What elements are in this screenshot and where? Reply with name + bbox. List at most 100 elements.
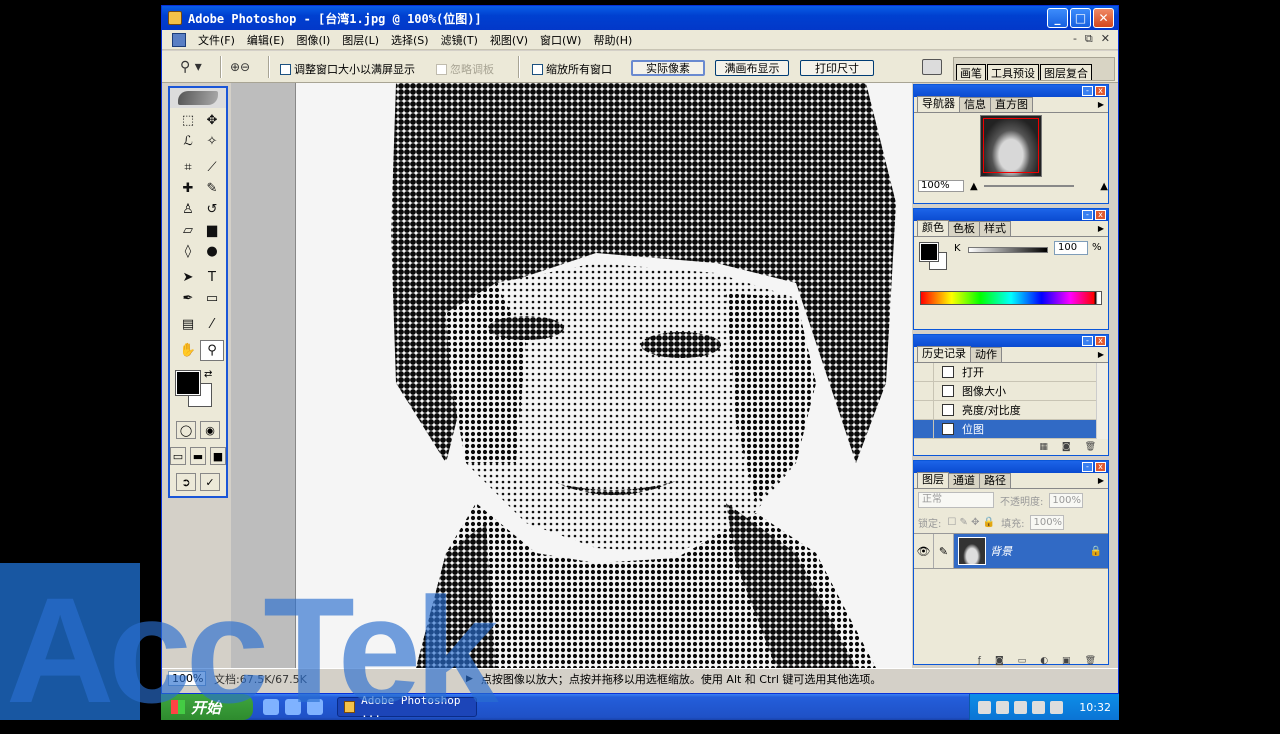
palette-menu-icon[interactable]: ▶ <box>1098 476 1104 485</box>
volume-icon[interactable] <box>1050 700 1063 714</box>
history-checkbox[interactable] <box>914 419 934 439</box>
notes-tool[interactable]: ▤ <box>176 314 200 335</box>
edit-in-imageready-icon[interactable]: ✓ <box>200 473 220 491</box>
maximize-button[interactable]: □ <box>1070 8 1091 28</box>
doc-restore-button[interactable]: ⧉ <box>1085 32 1093 46</box>
new-document-from-state-icon[interactable]: ▦ <box>1039 442 1048 452</box>
history-scrollbar[interactable] <box>1096 363 1108 439</box>
history-item[interactable]: 亮度/对比度 <box>914 400 1108 420</box>
title-bar[interactable]: Adobe Photoshop - [台湾1.jpg @ 100%(位图)] _… <box>162 6 1118 30</box>
palette-minimize-button[interactable]: - <box>1082 336 1093 346</box>
tab-info[interactable]: 信息 <box>959 97 991 112</box>
tab-actions[interactable]: 动作 <box>970 347 1002 362</box>
actual-pixels-button[interactable]: 实际像素 <box>631 60 705 76</box>
tab-paths[interactable]: 路径 <box>979 473 1011 488</box>
history-brush-tool[interactable]: ↺ <box>200 199 224 220</box>
menu-edit[interactable]: 编辑(E) <box>241 32 291 48</box>
add-mask-icon[interactable]: ◙ <box>995 656 1004 666</box>
tray-icon[interactable] <box>978 700 991 714</box>
menu-help[interactable]: 帮助(H) <box>587 32 638 48</box>
tray-icon[interactable] <box>996 700 1009 714</box>
palette-menu-icon[interactable]: ▶ <box>1098 350 1104 359</box>
zoom-in-out-icon[interactable]: ⊕⊖ <box>230 60 262 74</box>
crop-tool[interactable]: ⌗ <box>176 157 200 178</box>
navigator-zoom-field[interactable]: 100% <box>918 180 964 192</box>
hand-tool[interactable]: ✋ <box>176 340 200 361</box>
document-size-info[interactable]: 文档:67.5K/67.5K <box>214 671 384 687</box>
healing-brush-tool[interactable]: ✚ <box>176 178 200 199</box>
internet-explorer-icon[interactable] <box>285 699 301 715</box>
jump-to-imageready-button[interactable]: ➲ <box>176 473 196 491</box>
move-tool[interactable]: ✥ <box>200 110 224 131</box>
minimize-button[interactable]: _ <box>1047 8 1068 28</box>
menu-layer[interactable]: 图层(L) <box>336 32 385 48</box>
trash-icon[interactable]: 🗑 <box>1085 442 1096 452</box>
brushes-tab[interactable]: 画笔 <box>956 64 986 80</box>
lasso-tool[interactable]: ℒ <box>176 131 200 152</box>
quick-mask-button[interactable]: ◉ <box>200 421 220 439</box>
swap-colors-icon[interactable]: ⇄ <box>204 369 212 380</box>
shape-tool[interactable]: ▭ <box>200 288 224 309</box>
standard-screen-mode-button[interactable]: ▭ <box>170 447 186 465</box>
k-channel-slider[interactable] <box>968 247 1048 253</box>
slice-tool[interactable]: ⟋ <box>200 157 224 178</box>
tab-channels[interactable]: 通道 <box>948 473 980 488</box>
delete-layer-icon[interactable]: 🗑 <box>1085 656 1096 666</box>
palette-minimize-button[interactable]: - <box>1082 210 1093 220</box>
full-screen-menu-mode-button[interactable]: ▬ <box>190 447 206 465</box>
layer-background[interactable]: 背景 🔒 <box>954 534 1108 568</box>
magic-wand-tool[interactable]: ✧ <box>200 131 224 152</box>
eye-icon[interactable]: 👁 <box>914 534 934 568</box>
adjustment-layer-icon[interactable]: ◐ <box>1040 656 1048 666</box>
navigator-zoom-slider[interactable] <box>983 185 1075 187</box>
palette-close-button[interactable]: x <box>1095 210 1106 220</box>
layer-comps-tab[interactable]: 图层复合 <box>1040 64 1092 80</box>
tab-history[interactable]: 历史记录 <box>917 346 971 362</box>
close-button[interactable]: ✕ <box>1093 8 1114 28</box>
menu-image[interactable]: 图像(I) <box>290 32 336 48</box>
zoom-level-field[interactable]: 100% <box>168 671 206 686</box>
palette-well-printer-icon[interactable] <box>922 59 942 75</box>
print-size-button[interactable]: 打印尺寸 <box>800 60 874 76</box>
standard-mode-button[interactable]: ◯ <box>176 421 196 439</box>
marquee-tool[interactable]: ⬚ <box>176 110 200 131</box>
full-screen-mode-button[interactable]: ■ <box>210 447 226 465</box>
history-checkbox[interactable] <box>914 400 934 420</box>
doc-close-button[interactable]: ✕ <box>1101 32 1110 46</box>
zoom-tool[interactable]: ⚲ <box>200 340 224 361</box>
foreground-color-swatch[interactable] <box>175 370 201 396</box>
blur-tool[interactable]: ◊ <box>176 241 200 262</box>
eraser-tool[interactable]: ▱ <box>176 220 200 241</box>
doc-minimize-button[interactable]: - <box>1073 32 1077 46</box>
palette-menu-icon[interactable]: ▶ <box>1098 224 1104 233</box>
toolbox-header[interactable] <box>170 88 226 108</box>
resize-window-checkbox[interactable]: 调整窗口大小以满屏显示 <box>280 61 415 77</box>
new-set-icon[interactable]: ▭ <box>1018 656 1027 666</box>
palette-close-button[interactable]: x <box>1095 336 1106 346</box>
show-desktop-icon[interactable] <box>263 699 279 715</box>
history-checkbox[interactable] <box>914 362 934 382</box>
tool-presets-tab[interactable]: 工具预设 <box>987 64 1039 80</box>
history-checkbox[interactable] <box>914 381 934 401</box>
history-item-selected[interactable]: 位图 <box>914 419 1108 439</box>
dodge-tool[interactable]: ● <box>200 241 224 262</box>
document-icon[interactable] <box>172 32 186 47</box>
tab-layers[interactable]: 图层 <box>917 472 949 488</box>
navigator-view-box[interactable] <box>983 118 1039 173</box>
history-item[interactable]: 打开 <box>914 362 1108 382</box>
new-layer-icon[interactable]: ▣ <box>1062 656 1071 666</box>
palette-close-button[interactable]: x <box>1095 462 1106 472</box>
menu-filter[interactable]: 滤镜(T) <box>435 32 484 48</box>
type-tool[interactable]: T <box>200 267 224 288</box>
menu-select[interactable]: 选择(S) <box>385 32 435 48</box>
gradient-tool[interactable]: ▆ <box>200 220 224 241</box>
start-button[interactable]: 开始 <box>161 694 253 720</box>
layer-row[interactable]: 👁 ✎ 背景 🔒 <box>914 533 1108 569</box>
tab-histogram[interactable]: 直方图 <box>990 97 1033 112</box>
taskbar-photoshop-button[interactable]: Adobe Photoshop ... <box>337 694 477 720</box>
tab-navigator[interactable]: 导航器 <box>917 96 960 112</box>
menu-view[interactable]: 视图(V) <box>484 32 534 48</box>
palette-minimize-button[interactable]: - <box>1082 86 1093 96</box>
media-player-icon[interactable] <box>307 699 323 715</box>
status-arrow-icon[interactable]: ▶ <box>466 674 473 684</box>
